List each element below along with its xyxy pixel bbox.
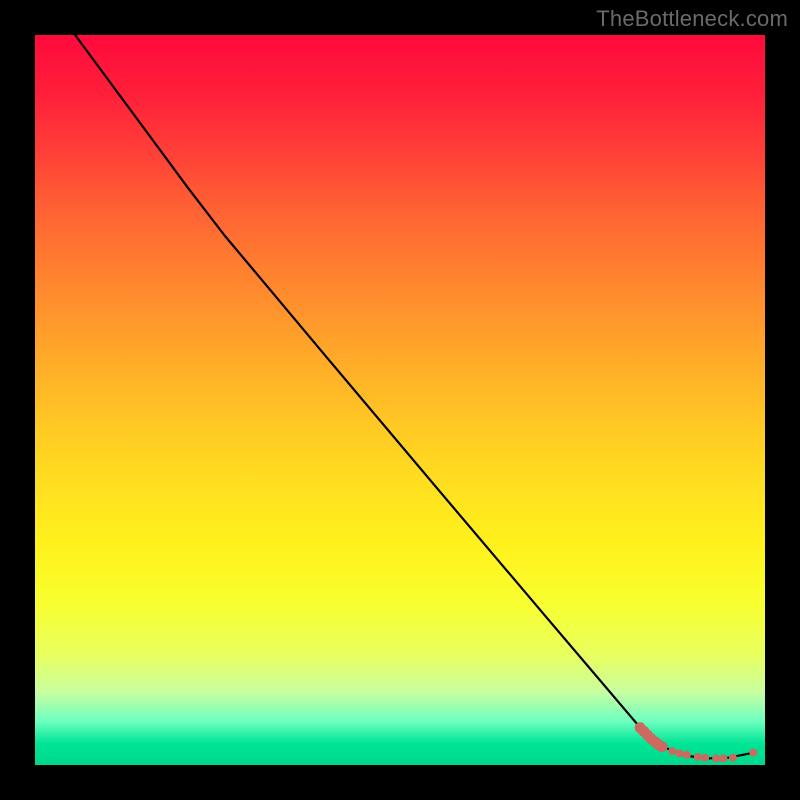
data-marker — [701, 754, 709, 762]
curve-path — [75, 35, 750, 758]
data-marker — [749, 749, 757, 757]
data-marker — [729, 754, 737, 762]
chart-svg — [35, 35, 765, 765]
data-marker — [657, 741, 668, 752]
watermark-text: TheBottleneck.com — [596, 6, 788, 32]
bottleneck-curve — [75, 35, 750, 758]
data-marker — [683, 751, 691, 759]
data-marker — [694, 753, 702, 761]
plot-area — [35, 35, 765, 765]
data-marker — [719, 754, 727, 762]
chart-frame: TheBottleneck.com — [0, 0, 800, 800]
data-marker — [676, 749, 684, 757]
data-marker — [712, 754, 720, 762]
data-marker — [668, 747, 676, 755]
